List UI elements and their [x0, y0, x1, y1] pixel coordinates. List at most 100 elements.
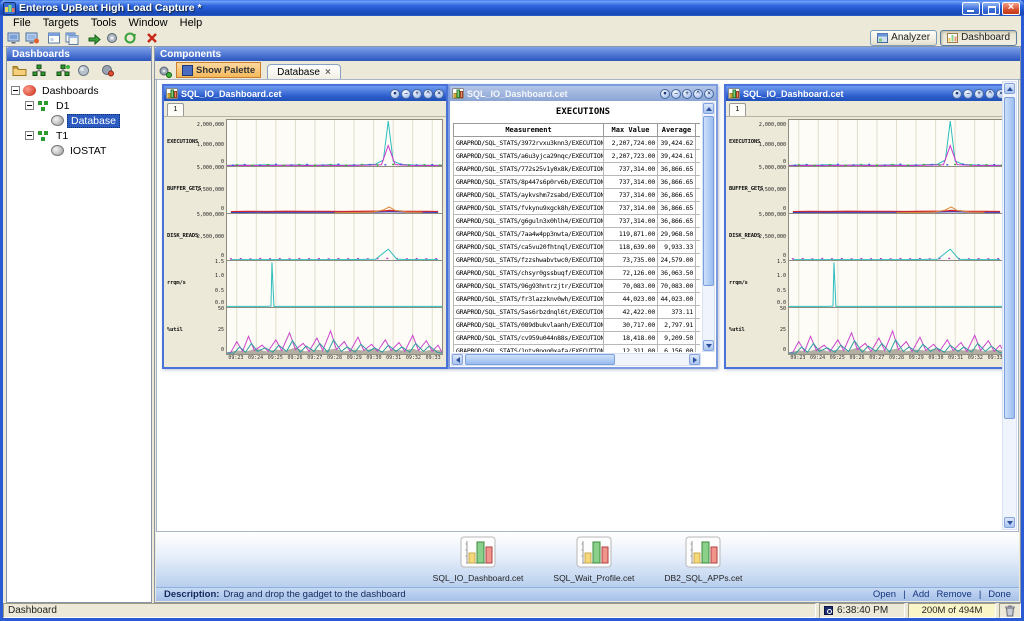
chart-window-2[interactable]: SQL_IO_Dashboard.cet ●–+^× 1 EXECUTIONS2…: [724, 84, 1010, 369]
table-row[interactable]: GRAPROD/SQL_STATS/fr3lazzknv0wh/EXECUTIO…: [454, 293, 701, 306]
minimize-button[interactable]: –: [671, 89, 681, 99]
close-button[interactable]: ×: [434, 89, 444, 99]
tree-item-dashboards[interactable]: Dashboards: [7, 83, 151, 98]
tab-close-icon[interactable]: [325, 67, 331, 78]
menu-item-window[interactable]: Window: [123, 17, 174, 29]
table-window[interactable]: SQL_IO_Dashboard.cet ●–+^× EXECUTIONS Me…: [448, 84, 718, 369]
table-row[interactable]: GRAPROD/SQL_STATS/fzzshwabvtwc0/EXECUTIO…: [454, 254, 701, 267]
vscroll-thumb[interactable]: [703, 116, 714, 286]
menu-item-targets[interactable]: Targets: [37, 17, 85, 29]
table-row[interactable]: GRAPROD/SQL_STATS/chsyr0gssbuqf/EXECUTIO…: [454, 267, 701, 280]
restore-button[interactable]: ^: [423, 89, 433, 99]
minimize-button[interactable]: –: [963, 89, 973, 99]
table-row[interactable]: GRAPROD/SQL_STATS/772s25v1y0x8k/EXECUTIO…: [454, 163, 701, 176]
target-icon[interactable]: [6, 30, 23, 46]
chart-tab-1[interactable]: 1: [729, 103, 746, 116]
components-globe-icon[interactable]: [75, 63, 91, 79]
palette-item-sql-wait-profile-cet[interactable]: SQL_Wait_Profile.cet: [553, 536, 634, 583]
restore-button[interactable]: [982, 2, 1000, 15]
content-vscrollbar[interactable]: [1002, 81, 1017, 530]
content-scroll-up-button[interactable]: [1004, 83, 1015, 94]
table-row[interactable]: GRAPROD/SQL_STATS/ca5vu20fhtnql/EXECUTIO…: [454, 241, 701, 254]
show-palette-button[interactable]: Show Palette: [176, 62, 261, 78]
record-button[interactable]: ●: [390, 89, 400, 99]
components-gear-icon[interactable]: [158, 64, 172, 78]
dashboard-button[interactable]: Dashboard: [940, 30, 1017, 46]
palette-item-db2-sql-apps-cet[interactable]: DB2_SQL_APPs.cet: [664, 536, 742, 583]
close-button[interactable]: [1002, 2, 1020, 15]
chart-tab-1[interactable]: 1: [167, 103, 184, 116]
content-vscroll-thumb[interactable]: [1004, 97, 1015, 419]
scroll-down-button[interactable]: [703, 340, 714, 351]
remove-dashboard-icon[interactable]: [99, 63, 115, 79]
table-scroll-area[interactable]: MeasurementMax ValueAverageCo GRAPROD/SQ…: [453, 123, 700, 352]
tree-label-iostat[interactable]: IOSTAT: [67, 145, 109, 157]
tree-label-dashboards[interactable]: Dashboards: [39, 85, 102, 97]
save-dashboard-icon[interactable]: [64, 30, 81, 46]
scroll-up-button[interactable]: [703, 103, 714, 114]
column-header-measurement[interactable]: Measurement: [454, 124, 604, 137]
add-dashboard-icon[interactable]: [31, 63, 47, 79]
table-row[interactable]: GRAPROD/SQL_STATS/7aa4w4pp3nwta/EXECUTIO…: [454, 228, 701, 241]
table-vscrollbar[interactable]: [702, 102, 715, 352]
column-header-average[interactable]: Average: [658, 124, 696, 137]
expander-icon[interactable]: [11, 86, 20, 95]
table-row[interactable]: GRAPROD/SQL_STATS/1ptv0pqq0xafa/EXECUTIO…: [454, 345, 701, 353]
tree-item-iostat[interactable]: IOSTAT: [7, 143, 151, 158]
action-remove[interactable]: Remove: [936, 589, 971, 600]
magnify-button[interactable]: +: [974, 89, 984, 99]
export-icon[interactable]: [86, 30, 103, 46]
palette-item-sql-io-dashboard-cet[interactable]: SQL_IO_Dashboard.cet: [433, 536, 524, 583]
action-open[interactable]: Open: [873, 589, 896, 600]
content-scroll-down-button[interactable]: [1004, 517, 1015, 528]
table-window-titlebar[interactable]: SQL_IO_Dashboard.cet ●–+^×: [450, 86, 716, 101]
tree-item-t1[interactable]: T1: [7, 128, 151, 143]
menu-item-file[interactable]: File: [7, 17, 37, 29]
restore-button[interactable]: ^: [985, 89, 995, 99]
magnify-button[interactable]: +: [682, 89, 692, 99]
minimize-button[interactable]: –: [401, 89, 411, 99]
table-row[interactable]: GRAPROD/SQL_STATS/a6u3yjca29nqc/EXECUTIO…: [454, 150, 701, 163]
table-row[interactable]: GRAPROD/SQL_STATS/cv959u044n88s/EXECUTIO…: [454, 332, 701, 345]
table-row[interactable]: GRAPROD/SQL_STATS/089dbukvlaanh/EXECUTIO…: [454, 319, 701, 332]
action-add[interactable]: Add: [913, 589, 930, 600]
menu-item-tools[interactable]: Tools: [85, 17, 123, 29]
tree-item-database[interactable]: Database: [7, 113, 151, 128]
scroll-left-button[interactable]: [452, 354, 463, 365]
restore-button[interactable]: ^: [693, 89, 703, 99]
chart-window-1[interactable]: SQL_IO_Dashboard.cet ●–+^× 1 EXECUTIONS2…: [162, 84, 448, 369]
record-button[interactable]: ●: [660, 89, 670, 99]
scroll-right-button[interactable]: [689, 354, 700, 365]
tree-label-d1[interactable]: D1: [53, 100, 72, 112]
tree-label-t1[interactable]: T1: [53, 130, 71, 142]
garbage-collect-button[interactable]: [999, 603, 1021, 618]
chart-window-2-titlebar[interactable]: SQL_IO_Dashboard.cet ●–+^×: [726, 86, 1008, 101]
window-titlebar[interactable]: Enteros UpBeat High Load Capture *: [0, 0, 1024, 16]
close-button[interactable]: ×: [704, 89, 714, 99]
table-row[interactable]: GRAPROD/SQL_STATS/5as6rbzdnql6t/EXECUTIO…: [454, 306, 701, 319]
open-folder-icon[interactable]: [11, 63, 27, 79]
add-gadget-icon[interactable]: [55, 63, 71, 79]
action-done[interactable]: Done: [988, 589, 1011, 600]
table-row[interactable]: GRAPROD/SQL_STATS/8p447s6p0rv6b/EXECUTIO…: [454, 176, 701, 189]
table-row[interactable]: GRAPROD/SQL_STATS/aykvshm7zsabd/EXECUTIO…: [454, 189, 701, 202]
table-row[interactable]: GRAPROD/SQL_STATS/96g93hntrzjtr/EXECUTIO…: [454, 280, 701, 293]
open-dashboard-icon[interactable]: [46, 30, 63, 46]
settings-icon[interactable]: [104, 30, 121, 46]
record-button[interactable]: ●: [952, 89, 962, 99]
table-row[interactable]: GRAPROD/SQL_STATS/g6guln3x0hlh4/EXECUTIO…: [454, 215, 701, 228]
hscroll-thumb[interactable]: [465, 354, 615, 365]
refresh-icon[interactable]: [122, 30, 139, 46]
minimize-button[interactable]: [962, 2, 980, 15]
chart-window-1-titlebar[interactable]: SQL_IO_Dashboard.cet ●–+^×: [164, 86, 446, 101]
magnify-button[interactable]: +: [412, 89, 422, 99]
tree-item-d1[interactable]: D1: [7, 98, 151, 113]
table-row[interactable]: GRAPROD/SQL_STATS/3972rvxu3knn3/EXECUTIO…: [454, 137, 701, 150]
capture-icon[interactable]: [24, 30, 41, 46]
table-row[interactable]: GRAPROD/SQL_STATS/fvkynu9xgck8h/EXECUTIO…: [454, 202, 701, 215]
table-hscrollbar[interactable]: [451, 353, 701, 366]
expander-icon[interactable]: [25, 131, 34, 140]
column-header-co[interactable]: Co: [696, 124, 701, 137]
expander-icon[interactable]: [25, 101, 34, 110]
column-header-max-value[interactable]: Max Value: [604, 124, 658, 137]
